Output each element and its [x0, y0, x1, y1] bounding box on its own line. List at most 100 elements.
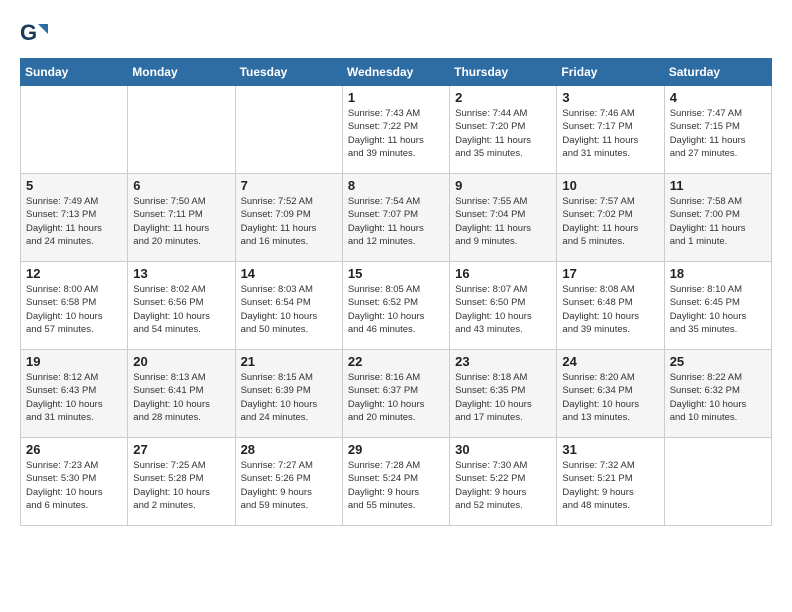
- calendar-table: SundayMondayTuesdayWednesdayThursdayFrid…: [20, 58, 772, 526]
- day-info: Sunrise: 7:30 AM Sunset: 5:22 PM Dayligh…: [455, 459, 551, 512]
- day-number: 21: [241, 354, 337, 369]
- calendar-day-cell: 5 Sunrise: 7:49 AM Sunset: 7:13 PM Daylig…: [21, 174, 128, 262]
- weekday-header: Sunday: [21, 59, 128, 86]
- calendar-day-cell: 4 Sunrise: 7:47 AM Sunset: 7:15 PM Daylig…: [664, 86, 771, 174]
- day-number: 7: [241, 178, 337, 193]
- calendar-day-cell: 11 Sunrise: 7:58 AM Sunset: 7:00 PM Dayli…: [664, 174, 771, 262]
- day-info: Sunrise: 8:12 AM Sunset: 6:43 PM Dayligh…: [26, 371, 122, 424]
- day-number: 26: [26, 442, 122, 457]
- day-info: Sunrise: 8:07 AM Sunset: 6:50 PM Dayligh…: [455, 283, 551, 336]
- day-number: 14: [241, 266, 337, 281]
- weekday-header: Thursday: [450, 59, 557, 86]
- day-number: 19: [26, 354, 122, 369]
- day-number: 8: [348, 178, 444, 193]
- calendar-day-cell: [21, 86, 128, 174]
- day-info: Sunrise: 7:25 AM Sunset: 5:28 PM Dayligh…: [133, 459, 229, 512]
- day-number: 15: [348, 266, 444, 281]
- day-info: Sunrise: 8:00 AM Sunset: 6:58 PM Dayligh…: [26, 283, 122, 336]
- weekday-header: Monday: [128, 59, 235, 86]
- day-number: 4: [670, 90, 766, 105]
- calendar-day-cell: 20 Sunrise: 8:13 AM Sunset: 6:41 PM Dayli…: [128, 350, 235, 438]
- day-info: Sunrise: 8:13 AM Sunset: 6:41 PM Dayligh…: [133, 371, 229, 424]
- calendar-week-row: 26 Sunrise: 7:23 AM Sunset: 5:30 PM Dayli…: [21, 438, 772, 526]
- calendar-day-cell: 21 Sunrise: 8:15 AM Sunset: 6:39 PM Dayli…: [235, 350, 342, 438]
- day-info: Sunrise: 8:10 AM Sunset: 6:45 PM Dayligh…: [670, 283, 766, 336]
- day-info: Sunrise: 7:50 AM Sunset: 7:11 PM Dayligh…: [133, 195, 229, 248]
- calendar-day-cell: 16Sunrise: 8:07 AM Sunset: 6:50 PM Dayli…: [450, 262, 557, 350]
- calendar-week-row: 5 Sunrise: 7:49 AM Sunset: 7:13 PM Daylig…: [21, 174, 772, 262]
- calendar-day-cell: 31 Sunrise: 7:32 AM Sunset: 5:21 PM Dayli…: [557, 438, 664, 526]
- weekday-header: Saturday: [664, 59, 771, 86]
- calendar-day-cell: 28 Sunrise: 7:27 AM Sunset: 5:26 PM Dayli…: [235, 438, 342, 526]
- day-info: Sunrise: 7:55 AM Sunset: 7:04 PM Dayligh…: [455, 195, 551, 248]
- calendar-day-cell: 19 Sunrise: 8:12 AM Sunset: 6:43 PM Dayli…: [21, 350, 128, 438]
- day-info: Sunrise: 7:52 AM Sunset: 7:09 PM Dayligh…: [241, 195, 337, 248]
- calendar-day-cell: 30 Sunrise: 7:30 AM Sunset: 5:22 PM Dayli…: [450, 438, 557, 526]
- day-number: 6: [133, 178, 229, 193]
- calendar-day-cell: 27 Sunrise: 7:25 AM Sunset: 5:28 PM Dayli…: [128, 438, 235, 526]
- calendar-day-cell: 15 Sunrise: 8:05 AM Sunset: 6:52 PM Dayli…: [342, 262, 449, 350]
- calendar-day-cell: 1 Sunrise: 7:43 AM Sunset: 7:22 PM Daylig…: [342, 86, 449, 174]
- day-info: Sunrise: 8:02 AM Sunset: 6:56 PM Dayligh…: [133, 283, 229, 336]
- day-number: 28: [241, 442, 337, 457]
- day-number: 1: [348, 90, 444, 105]
- day-number: 13: [133, 266, 229, 281]
- svg-text:G: G: [20, 20, 37, 45]
- calendar-day-cell: 6 Sunrise: 7:50 AM Sunset: 7:11 PM Daylig…: [128, 174, 235, 262]
- logo: G: [20, 20, 52, 48]
- calendar-day-cell: 8 Sunrise: 7:54 AM Sunset: 7:07 PM Daylig…: [342, 174, 449, 262]
- day-number: 29: [348, 442, 444, 457]
- calendar-day-cell: 22 Sunrise: 8:16 AM Sunset: 6:37 PM Dayli…: [342, 350, 449, 438]
- page-header: G: [20, 20, 772, 48]
- day-info: Sunrise: 7:43 AM Sunset: 7:22 PM Dayligh…: [348, 107, 444, 160]
- calendar-day-cell: 14 Sunrise: 8:03 AM Sunset: 6:54 PM Dayli…: [235, 262, 342, 350]
- weekday-header: Tuesday: [235, 59, 342, 86]
- day-info: Sunrise: 7:44 AM Sunset: 7:20 PM Dayligh…: [455, 107, 551, 160]
- day-number: 22: [348, 354, 444, 369]
- day-info: Sunrise: 8:03 AM Sunset: 6:54 PM Dayligh…: [241, 283, 337, 336]
- day-number: 5: [26, 178, 122, 193]
- day-number: 24: [562, 354, 658, 369]
- calendar-day-cell: 17Sunrise: 8:08 AM Sunset: 6:48 PM Dayli…: [557, 262, 664, 350]
- day-number: 9: [455, 178, 551, 193]
- day-number: 11: [670, 178, 766, 193]
- day-info: Sunrise: 7:28 AM Sunset: 5:24 PM Dayligh…: [348, 459, 444, 512]
- calendar-day-cell: [664, 438, 771, 526]
- calendar-day-cell: 9 Sunrise: 7:55 AM Sunset: 7:04 PM Daylig…: [450, 174, 557, 262]
- calendar-day-cell: 18 Sunrise: 8:10 AM Sunset: 6:45 PM Dayli…: [664, 262, 771, 350]
- day-info: Sunrise: 8:05 AM Sunset: 6:52 PM Dayligh…: [348, 283, 444, 336]
- day-info: Sunrise: 7:54 AM Sunset: 7:07 PM Dayligh…: [348, 195, 444, 248]
- day-info: Sunrise: 8:15 AM Sunset: 6:39 PM Dayligh…: [241, 371, 337, 424]
- day-info: Sunrise: 7:46 AM Sunset: 7:17 PM Dayligh…: [562, 107, 658, 160]
- calendar-day-cell: 13 Sunrise: 8:02 AM Sunset: 6:56 PM Dayli…: [128, 262, 235, 350]
- calendar-day-cell: 2Sunrise: 7:44 AM Sunset: 7:20 PM Daylig…: [450, 86, 557, 174]
- day-info: Sunrise: 7:58 AM Sunset: 7:00 PM Dayligh…: [670, 195, 766, 248]
- calendar-day-cell: 24 Sunrise: 8:20 AM Sunset: 6:34 PM Dayli…: [557, 350, 664, 438]
- day-info: Sunrise: 7:27 AM Sunset: 5:26 PM Dayligh…: [241, 459, 337, 512]
- day-info: Sunrise: 8:16 AM Sunset: 6:37 PM Dayligh…: [348, 371, 444, 424]
- calendar-day-cell: 12Sunrise: 8:00 AM Sunset: 6:58 PM Dayli…: [21, 262, 128, 350]
- day-info: Sunrise: 7:47 AM Sunset: 7:15 PM Dayligh…: [670, 107, 766, 160]
- weekday-header: Wednesday: [342, 59, 449, 86]
- calendar-day-cell: 3Sunrise: 7:46 AM Sunset: 7:17 PM Daylig…: [557, 86, 664, 174]
- calendar-day-cell: [128, 86, 235, 174]
- day-number: 30: [455, 442, 551, 457]
- day-info: Sunrise: 7:49 AM Sunset: 7:13 PM Dayligh…: [26, 195, 122, 248]
- weekday-header: Friday: [557, 59, 664, 86]
- calendar-day-cell: 29 Sunrise: 7:28 AM Sunset: 5:24 PM Dayli…: [342, 438, 449, 526]
- day-number: 10: [562, 178, 658, 193]
- calendar-day-cell: 23Sunrise: 8:18 AM Sunset: 6:35 PM Dayli…: [450, 350, 557, 438]
- day-info: Sunrise: 7:23 AM Sunset: 5:30 PM Dayligh…: [26, 459, 122, 512]
- day-info: Sunrise: 8:18 AM Sunset: 6:35 PM Dayligh…: [455, 371, 551, 424]
- day-number: 20: [133, 354, 229, 369]
- day-info: Sunrise: 8:20 AM Sunset: 6:34 PM Dayligh…: [562, 371, 658, 424]
- calendar-day-cell: 7 Sunrise: 7:52 AM Sunset: 7:09 PM Daylig…: [235, 174, 342, 262]
- day-info: Sunrise: 7:57 AM Sunset: 7:02 PM Dayligh…: [562, 195, 658, 248]
- day-number: 18: [670, 266, 766, 281]
- day-number: 27: [133, 442, 229, 457]
- calendar-day-cell: 25Sunrise: 8:22 AM Sunset: 6:32 PM Dayli…: [664, 350, 771, 438]
- day-info: Sunrise: 7:32 AM Sunset: 5:21 PM Dayligh…: [562, 459, 658, 512]
- day-number: 25: [670, 354, 766, 369]
- calendar-header-row: SundayMondayTuesdayWednesdayThursdayFrid…: [21, 59, 772, 86]
- day-number: 31: [562, 442, 658, 457]
